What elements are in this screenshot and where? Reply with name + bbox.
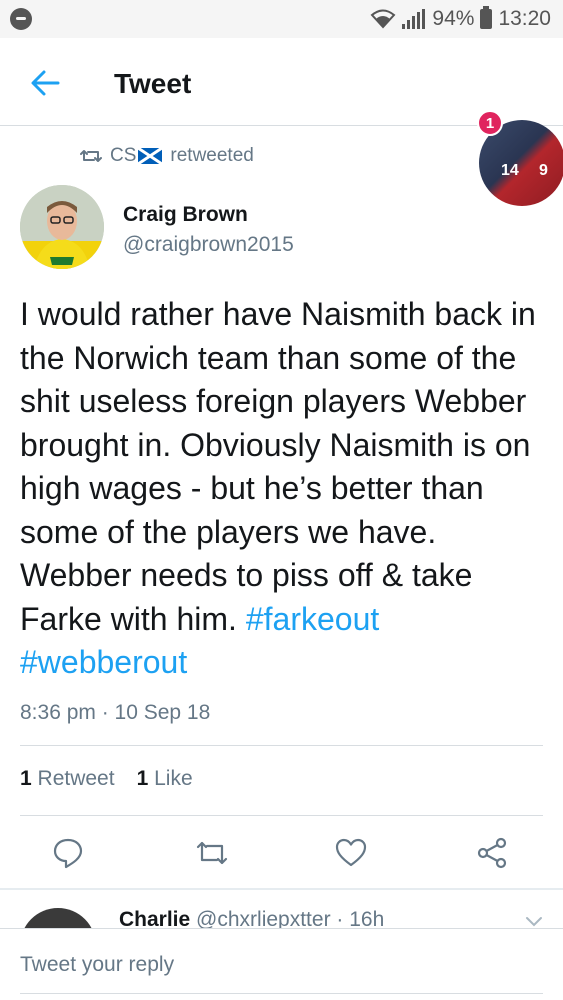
retweet-stat-label: Retweet [37,767,115,790]
engagement-stats: 1 Retweet 1 Like [20,767,193,791]
back-arrow-icon[interactable] [28,66,62,100]
like-icon[interactable] [334,836,368,870]
retweeted-by-row[interactable]: CS retweeted [80,143,254,169]
like-count: 1 [136,767,149,790]
share-icon[interactable] [475,836,509,870]
notification-badge: 1 [477,110,503,136]
retweet-count: 1 [20,767,32,790]
divider [20,815,543,816]
retweeter-name: CS [110,145,163,167]
scotland-flag-icon [138,147,163,164]
status-bar: 94% 13:20 [0,0,563,38]
reply-input-underline [20,993,543,994]
section-separator [0,888,563,890]
wifi-icon [370,9,396,29]
retweet-icon[interactable] [195,836,229,870]
like-stat[interactable]: 1 Like [137,767,193,791]
author-handle[interactable]: @craigbrown2015 [123,233,294,257]
author-avatar[interactable] [20,185,104,269]
page-title: Tweet [114,68,192,99]
chevron-down-icon[interactable] [524,914,544,928]
messenger-icon [10,8,32,30]
tweet-timestamp: 8:36 pm · 10 Sep 18 [20,701,211,724]
status-indicators: 94% 13:20 [370,6,551,32]
battery-icon [480,6,493,29]
author-photo [20,185,104,269]
clock: 13:20 [498,7,551,30]
reply-icon[interactable] [51,836,85,870]
divider [20,745,543,746]
tweet-actions [0,830,563,880]
jersey-number-right: 9 [539,162,548,179]
signal-icon [402,9,426,29]
like-stat-label: Like [154,767,193,790]
jersey-number-left: 14 [501,162,519,179]
reply-composer [0,928,563,1000]
reply-input[interactable] [20,949,540,981]
hashtag-link[interactable]: #webberout [20,644,187,680]
battery-percent: 94% [432,7,475,30]
tweet-text: I would rather have Naismith back in the… [20,293,550,685]
hashtag-link[interactable]: #farkeout [246,601,379,637]
retweet-small-icon [80,150,102,162]
author-name[interactable]: Craig Brown [123,203,248,227]
retweet-stat[interactable]: 1 Retweet [20,767,115,791]
tweet-body: I would rather have Naismith back in the… [20,296,536,637]
retweeted-label: retweeted [170,145,254,166]
floating-profile-bubble[interactable]: 14 9 1 [473,110,563,206]
